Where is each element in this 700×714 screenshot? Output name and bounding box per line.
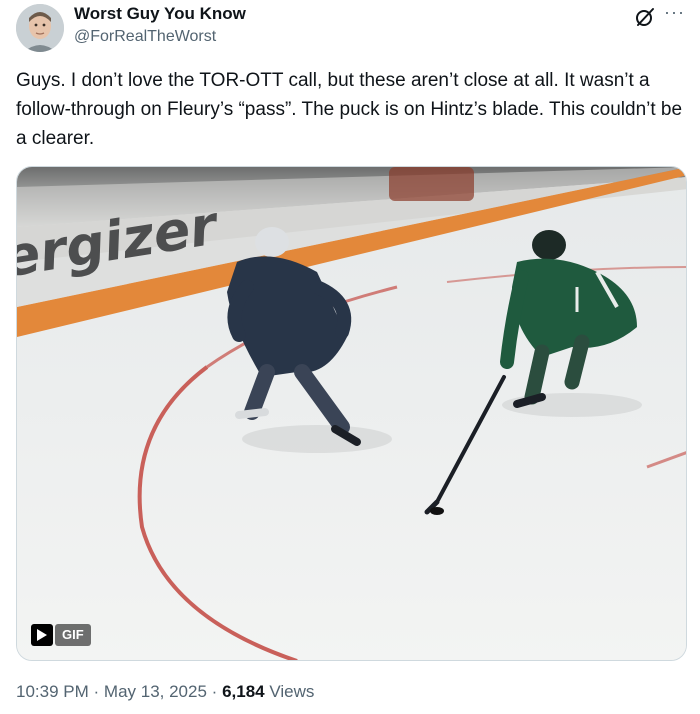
gif-badge[interactable]: GIF	[31, 624, 91, 646]
avatar[interactable]	[16, 4, 64, 52]
meta-separator: ·	[93, 682, 100, 701]
play-icon[interactable]	[31, 624, 53, 646]
gif-label: GIF	[55, 624, 91, 646]
timestamp-link[interactable]: 10:39 PM · May 13, 2025	[16, 682, 207, 701]
views-label: Views	[269, 682, 315, 701]
gif-media[interactable]: ergizer GIF	[16, 166, 687, 661]
tweet-meta: 10:39 PM · May 13, 2025 · 6,184 Views	[16, 682, 314, 702]
tweet-text: Guys. I don’t love the TOR-OTT call, but…	[16, 70, 683, 149]
timestamp-time: 10:39 PM	[16, 682, 89, 701]
author-handle[interactable]: @ForRealTheWorst	[74, 28, 216, 46]
more-options-icon[interactable]: ···	[664, 2, 685, 23]
meta-separator: ·	[211, 682, 218, 701]
views-count: 6,184	[222, 682, 265, 701]
grok-icon[interactable]	[634, 6, 656, 28]
timestamp-date: May 13, 2025	[103, 682, 207, 701]
author-name[interactable]: Worst Guy You Know	[74, 4, 246, 24]
